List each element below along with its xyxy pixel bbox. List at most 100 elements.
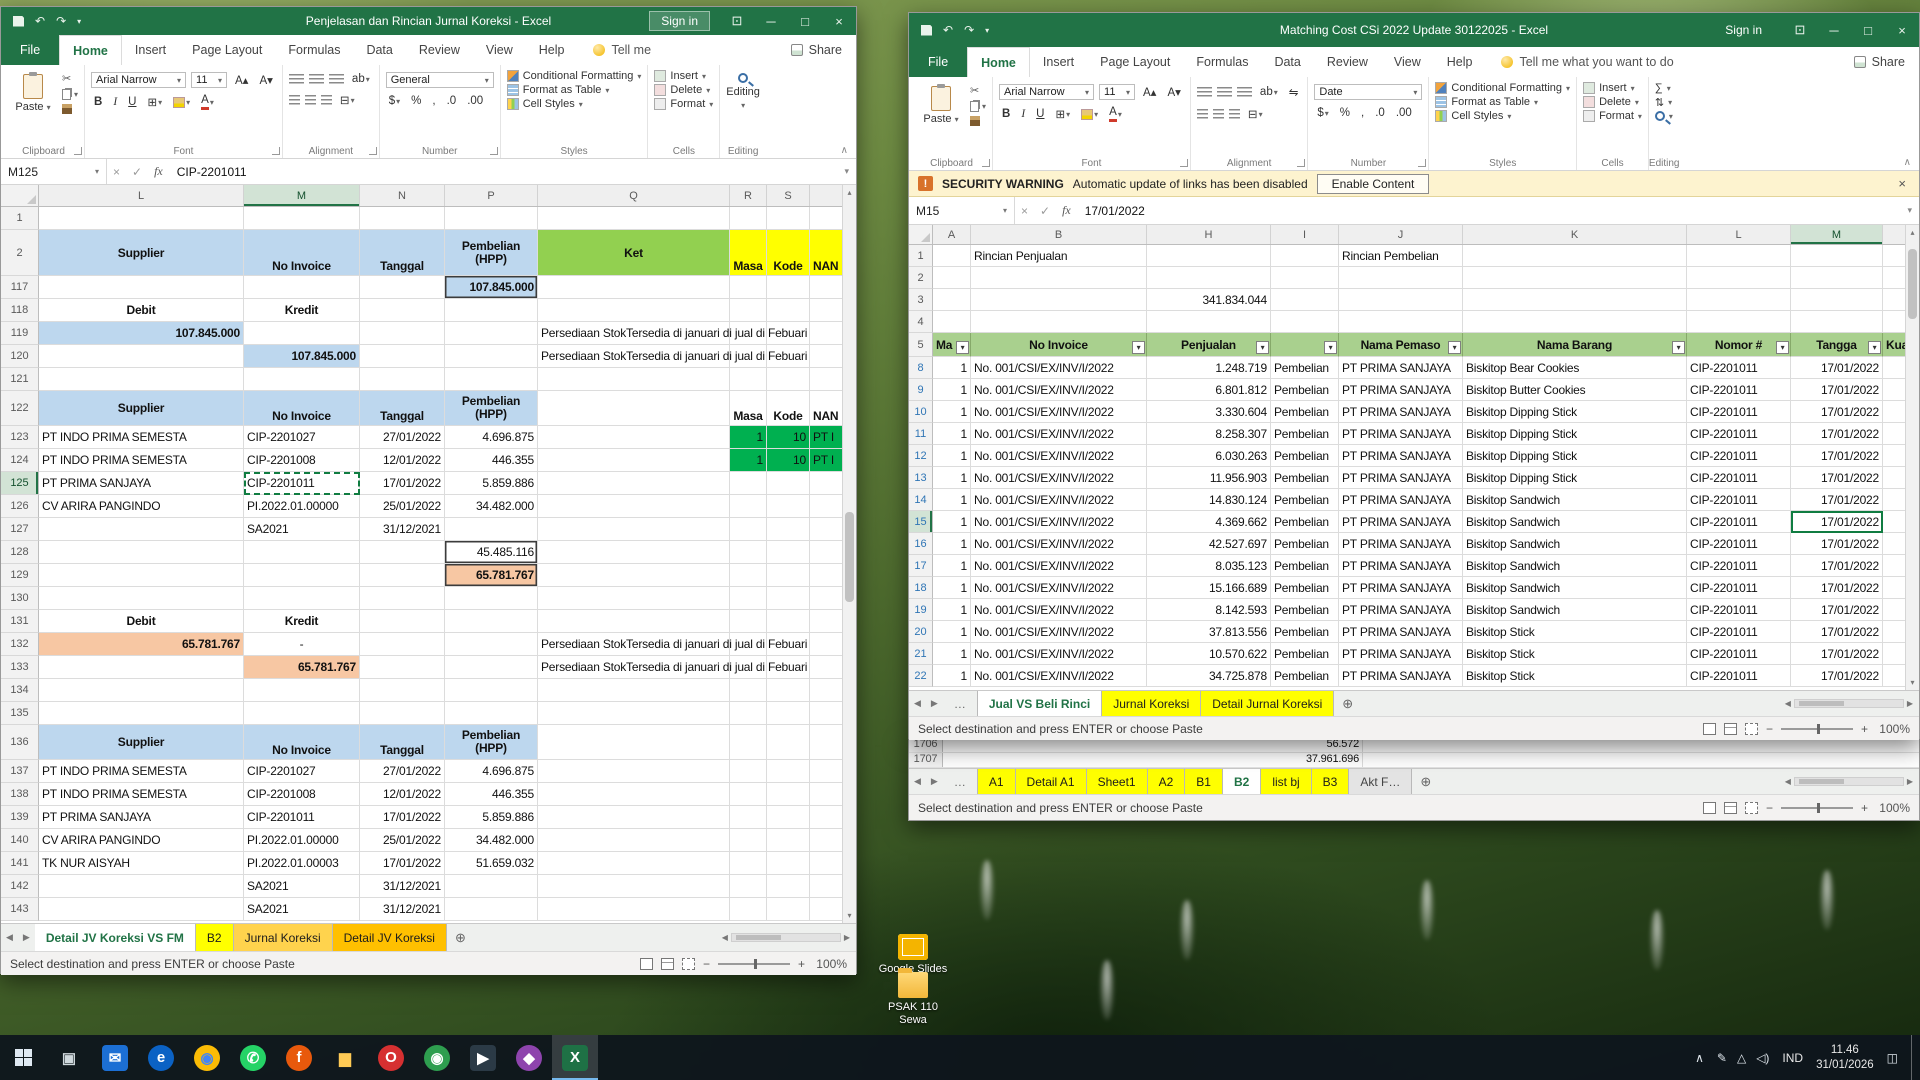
scroll-down-icon[interactable]: ▾ bbox=[847, 908, 851, 923]
find-select-button[interactable]: ▾ bbox=[1655, 111, 1673, 121]
insert-cells-button[interactable]: Insert▾ bbox=[1583, 82, 1642, 94]
cell-L142[interactable] bbox=[39, 875, 244, 898]
cell-Q126[interactable] bbox=[538, 495, 730, 518]
cell-H17[interactable]: 8.035.123 bbox=[1147, 555, 1271, 577]
close-button[interactable]: × bbox=[1885, 13, 1919, 47]
row-header-20[interactable]: 20 bbox=[909, 621, 933, 643]
menu-tab-data[interactable]: Data bbox=[353, 35, 405, 65]
cell-P125[interactable]: 5.859.886 bbox=[445, 472, 538, 495]
cell-M134[interactable] bbox=[244, 679, 360, 702]
cell-I10[interactable]: Pembelian bbox=[1271, 401, 1339, 423]
cell-A14[interactable]: 1 bbox=[933, 489, 971, 511]
minimize-button[interactable]: ─ bbox=[1817, 13, 1851, 47]
cell-J2[interactable] bbox=[1339, 267, 1463, 289]
cell-P137[interactable]: 4.696.875 bbox=[445, 760, 538, 783]
cell-M3[interactable] bbox=[1791, 289, 1883, 311]
cell-M19[interactable]: 17/01/2022 bbox=[1791, 599, 1883, 621]
cell-R137[interactable] bbox=[730, 760, 767, 783]
cell-I22[interactable]: Pembelian bbox=[1271, 665, 1339, 687]
cell-K5[interactable]: Nama Barang▾ bbox=[1463, 333, 1687, 357]
sign-in-button[interactable]: Sign in bbox=[1714, 21, 1773, 39]
row-header-2[interactable]: 2 bbox=[909, 267, 933, 289]
sheet-tab-more[interactable]: … bbox=[943, 769, 978, 794]
scroll-thumb[interactable] bbox=[845, 512, 854, 602]
cell-Q118[interactable] bbox=[538, 299, 730, 322]
cell-N17[interactable] bbox=[1883, 555, 1905, 577]
row-header-118[interactable]: 118 bbox=[1, 299, 39, 322]
row-header-2[interactable]: 2 bbox=[1, 230, 39, 276]
cell-N13[interactable] bbox=[1883, 467, 1905, 489]
column-header-partial[interactable] bbox=[1883, 225, 1905, 244]
cell-A18[interactable]: 1 bbox=[933, 577, 971, 599]
font-size-select[interactable]: 11▾ bbox=[1099, 84, 1135, 100]
menu-tab-insert[interactable]: Insert bbox=[1030, 47, 1087, 77]
cell-N131[interactable] bbox=[360, 610, 445, 633]
page-break-view-icon[interactable] bbox=[1745, 802, 1758, 814]
cell-P2[interactable]: Pembelian (HPP) bbox=[445, 230, 538, 276]
cell-P126[interactable]: 34.482.000 bbox=[445, 495, 538, 518]
dialog-launcher-icon[interactable] bbox=[74, 147, 82, 155]
row-header-17[interactable]: 17 bbox=[909, 555, 933, 577]
sheet-nav-right-icon[interactable]: ▶ bbox=[926, 769, 943, 794]
cell-L132[interactable]: 65.781.767 bbox=[39, 633, 244, 656]
zoom-slider[interactable] bbox=[718, 963, 790, 965]
paste-button[interactable]: Paste ▾ bbox=[9, 74, 57, 113]
cell-H9[interactable]: 6.801.812 bbox=[1147, 379, 1271, 401]
cell-L123[interactable]: PT INDO PRIMA SEMESTA bbox=[39, 426, 244, 449]
row-header-124[interactable]: 124 bbox=[1, 449, 39, 472]
cell-L13[interactable]: CIP-2201011 bbox=[1687, 467, 1791, 489]
bold-button[interactable]: B bbox=[91, 95, 105, 109]
align-right-icon[interactable] bbox=[1229, 109, 1240, 120]
cell-K2[interactable] bbox=[1463, 267, 1687, 289]
cell-L127[interactable] bbox=[39, 518, 244, 541]
cell-B20[interactable]: No. 001/CSI/EX/INV/I/2022 bbox=[971, 621, 1147, 643]
cell-Q132[interactable]: Persediaan StokTersedia di januari di ju… bbox=[538, 633, 730, 656]
sheet-tab-b2[interactable]: B2 bbox=[196, 924, 234, 951]
scroll-up-icon[interactable]: ▴ bbox=[847, 185, 851, 200]
cell-B17[interactable]: No. 001/CSI/EX/INV/I/2022 bbox=[971, 555, 1147, 577]
cell-H15[interactable]: 4.369.662 bbox=[1147, 511, 1271, 533]
horizontal-scrollbar[interactable]: ◀▶ bbox=[1779, 691, 1919, 716]
cell-T136[interactable] bbox=[810, 725, 842, 760]
cell-T132[interactable] bbox=[810, 633, 842, 656]
cell-M11[interactable]: 17/01/2022 bbox=[1791, 423, 1883, 445]
cell-T128[interactable] bbox=[810, 541, 842, 564]
cell-Q131[interactable] bbox=[538, 610, 730, 633]
cell-T121[interactable] bbox=[810, 368, 842, 391]
cell-L22[interactable]: CIP-2201011 bbox=[1687, 665, 1791, 687]
cell-B21[interactable]: No. 001/CSI/EX/INV/I/2022 bbox=[971, 643, 1147, 665]
cell-H4[interactable] bbox=[1147, 311, 1271, 333]
ribbon-display-options-icon[interactable]: ⊡ bbox=[720, 7, 754, 35]
opera-icon[interactable]: O bbox=[368, 1035, 414, 1080]
cell-M132[interactable]: - bbox=[244, 633, 360, 656]
cell-P119[interactable] bbox=[445, 322, 538, 345]
cell-I5[interactable]: ▾ bbox=[1271, 333, 1339, 357]
menu-tab-view[interactable]: View bbox=[1381, 47, 1434, 77]
cell-R125[interactable] bbox=[730, 472, 767, 495]
align-left-icon[interactable] bbox=[289, 95, 300, 106]
cell-N11[interactable] bbox=[1883, 423, 1905, 445]
cell-M12[interactable]: 17/01/2022 bbox=[1791, 445, 1883, 467]
paste-button[interactable]: Paste ▾ bbox=[917, 86, 965, 125]
cell-Q130[interactable] bbox=[538, 587, 730, 610]
dialog-launcher-icon[interactable] bbox=[272, 147, 280, 155]
cell-R121[interactable] bbox=[730, 368, 767, 391]
sheet-tab-detail-jv-koreksi-vs-fm[interactable]: Detail JV Koreksi VS FM bbox=[35, 924, 196, 951]
row-header-122[interactable]: 122 bbox=[1, 391, 39, 426]
menu-tab-review[interactable]: Review bbox=[1314, 47, 1381, 77]
cell-T129[interactable] bbox=[810, 564, 842, 587]
font-size-select[interactable]: 11▾ bbox=[191, 72, 227, 88]
row-header-119[interactable]: 119 bbox=[1, 322, 39, 345]
collapse-ribbon-icon[interactable]: ∧ bbox=[841, 145, 848, 156]
redo-icon[interactable]: ↷ bbox=[964, 23, 974, 37]
cell-S125[interactable] bbox=[767, 472, 810, 495]
cell-S143[interactable] bbox=[767, 898, 810, 921]
cell-M14[interactable]: 17/01/2022 bbox=[1791, 489, 1883, 511]
menu-tab-review[interactable]: Review bbox=[406, 35, 473, 65]
percent-style-icon[interactable]: % bbox=[408, 94, 424, 108]
row-header-1707[interactable]: 1707 bbox=[909, 753, 943, 767]
cell-K20[interactable]: Biskitop Stick bbox=[1463, 621, 1687, 643]
zoom-slider[interactable] bbox=[1781, 807, 1853, 809]
sign-in-button[interactable]: Sign in bbox=[649, 11, 710, 31]
row-header-10[interactable]: 10 bbox=[909, 401, 933, 423]
